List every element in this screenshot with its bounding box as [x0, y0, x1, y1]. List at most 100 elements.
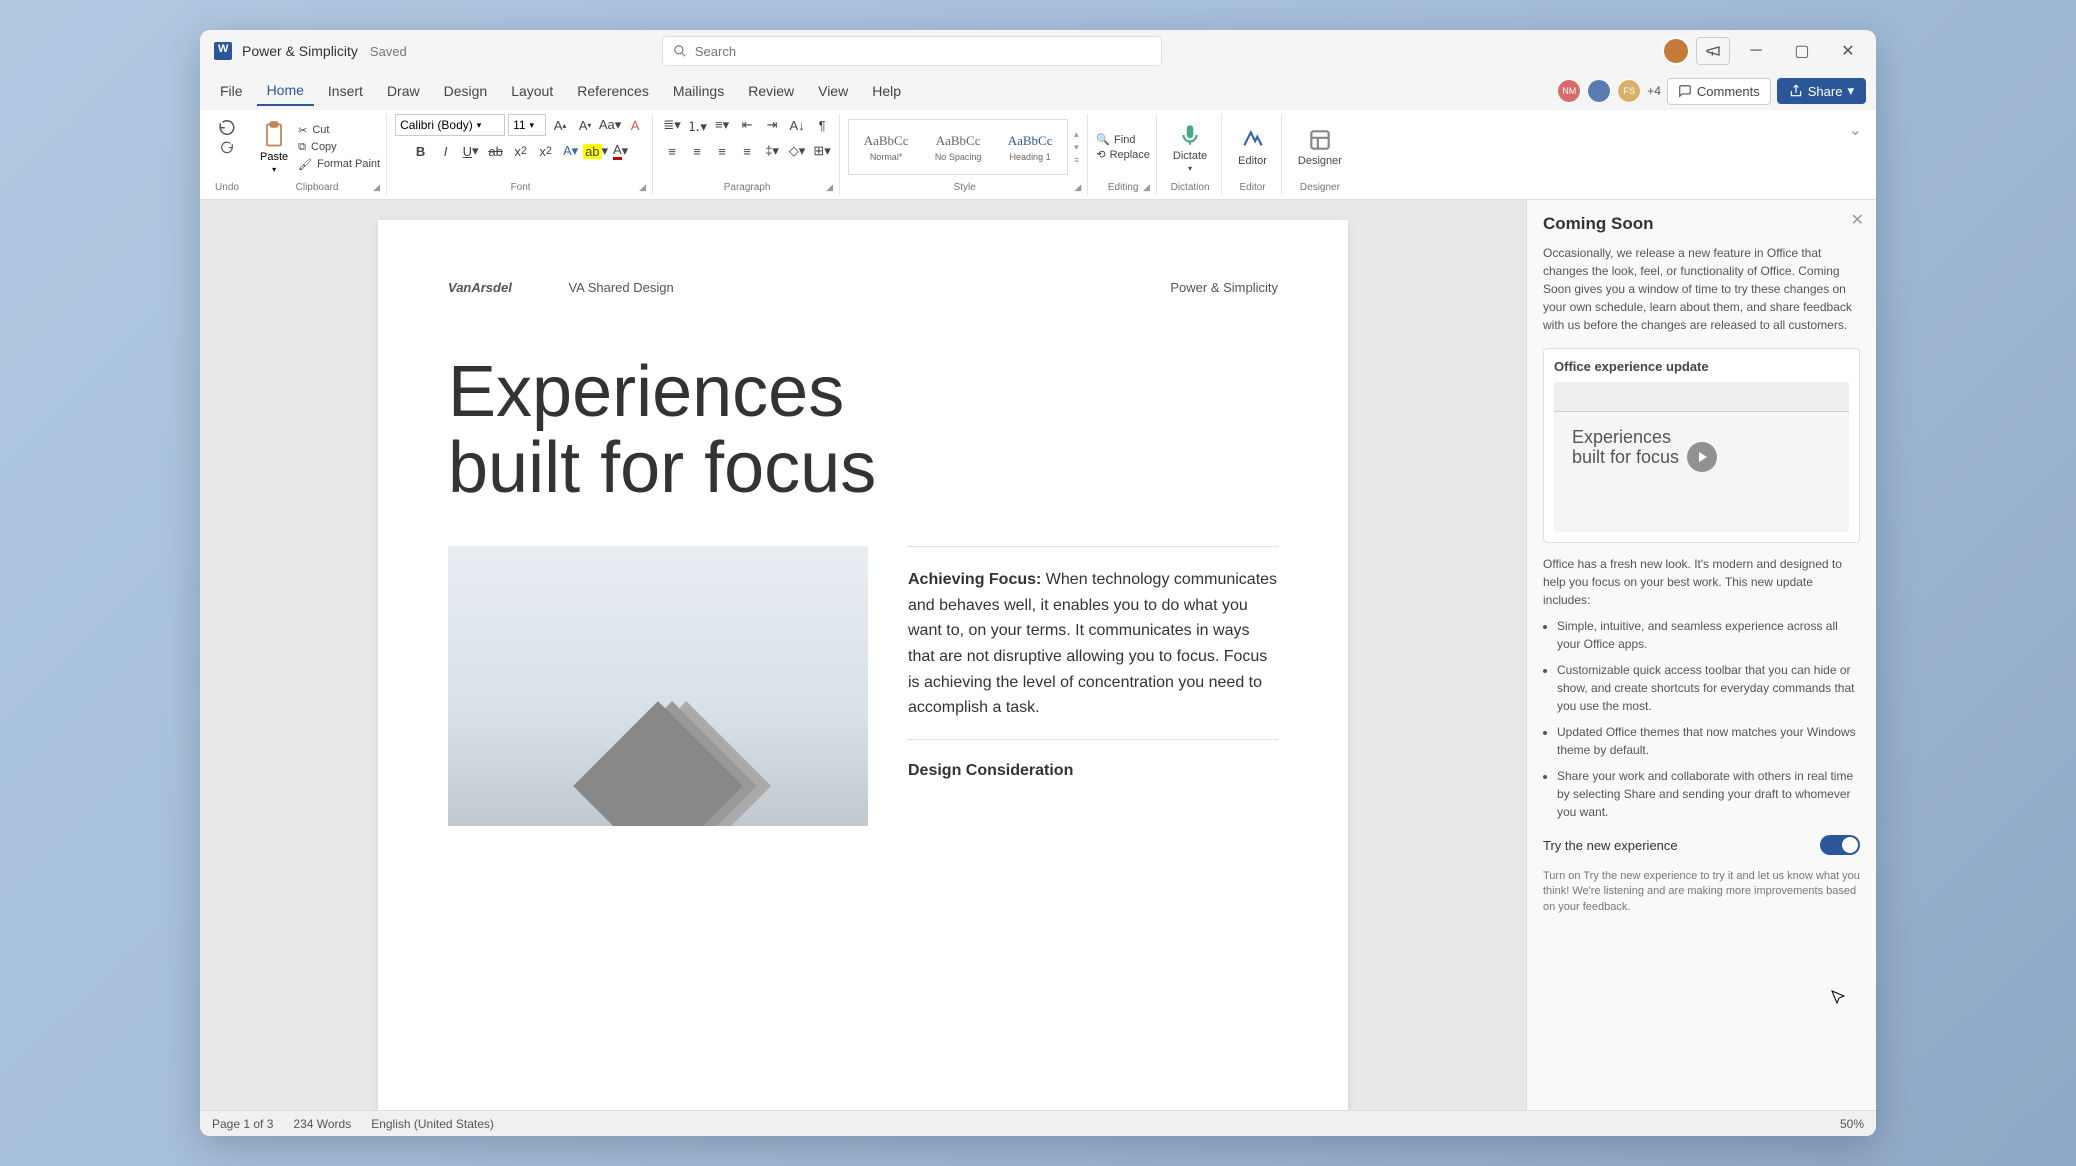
designer-button[interactable]: Designer: [1290, 125, 1350, 169]
close-pane-button[interactable]: ✕: [1851, 210, 1864, 230]
styles-gallery[interactable]: AaBbCcNormal* AaBbCcNo Spacing AaBbCcHea…: [848, 119, 1068, 175]
font-name-select[interactable]: Calibri (Body)▾: [395, 114, 505, 136]
font-size-select[interactable]: 11▾: [508, 114, 546, 136]
share-button[interactable]: Share ▾: [1777, 78, 1866, 104]
gallery-up-icon[interactable]: ▴: [1074, 129, 1079, 140]
status-words[interactable]: 234 Words: [293, 1117, 351, 1131]
shading-button[interactable]: ◇▾: [786, 140, 808, 162]
paste-button[interactable]: Paste ▾: [254, 117, 294, 178]
italic-button[interactable]: I: [435, 140, 457, 162]
coming-soon-pane: ✕ Coming Soon Occasionally, we release a…: [1526, 200, 1876, 1110]
minimize-button[interactable]: ─: [1736, 36, 1776, 66]
text-effects-button[interactable]: A▾: [560, 140, 582, 162]
dialog-launcher-icon[interactable]: ◢: [1074, 182, 1081, 193]
tab-draw[interactable]: Draw: [377, 77, 430, 105]
collab-more[interactable]: +4: [1647, 84, 1661, 98]
document-canvas[interactable]: VanArsdel VA Shared Design Power & Simpl…: [200, 200, 1526, 1110]
justify-button[interactable]: ≡: [736, 140, 758, 162]
dialog-launcher-icon[interactable]: ◢: [373, 182, 380, 193]
ribbon: Undo Paste ▾ ✂Cut ⧉Copy 🖌Format Paint Cl…: [200, 110, 1876, 200]
align-right-button[interactable]: ≡: [711, 140, 733, 162]
replace-button[interactable]: ⟲Replace: [1096, 148, 1150, 161]
play-icon[interactable]: [1687, 442, 1717, 472]
cut-button[interactable]: ✂Cut: [298, 124, 380, 137]
redo-icon[interactable]: [220, 140, 234, 154]
try-experience-toggle[interactable]: [1820, 835, 1860, 855]
search-box[interactable]: [662, 36, 1162, 66]
megaphone-icon: [1705, 43, 1721, 59]
dialog-launcher-icon[interactable]: ◢: [1143, 182, 1150, 193]
dictate-label: Dictate: [1173, 150, 1207, 162]
align-center-button[interactable]: ≡: [686, 140, 708, 162]
search-icon: [673, 44, 687, 58]
tab-review[interactable]: Review: [738, 77, 804, 105]
user-avatar[interactable]: [1662, 37, 1690, 65]
sort-button[interactable]: A↓: [786, 114, 808, 136]
numbering-button[interactable]: ⒈▾: [686, 114, 708, 136]
tab-home[interactable]: Home: [257, 76, 314, 106]
comments-button[interactable]: Comments: [1667, 78, 1771, 105]
grow-font-button[interactable]: A▴: [549, 114, 571, 136]
editor-button[interactable]: Editor: [1230, 125, 1275, 169]
gallery-more-icon[interactable]: ≡: [1074, 155, 1079, 165]
status-language[interactable]: English (United States): [371, 1117, 494, 1131]
shrink-font-button[interactable]: A▾: [574, 114, 596, 136]
tab-file[interactable]: File: [210, 77, 253, 105]
borders-button[interactable]: ⊞▾: [811, 140, 833, 162]
bold-button[interactable]: B: [410, 140, 432, 162]
collapse-ribbon-button[interactable]: ⌄: [1843, 114, 1868, 195]
style-name: Normal*: [870, 152, 903, 162]
copy-icon: ⧉: [298, 141, 306, 154]
superscript-button[interactable]: x2: [535, 140, 557, 162]
pane-title: Coming Soon: [1543, 214, 1860, 234]
megaphone-button[interactable]: [1696, 37, 1730, 65]
zoom-level[interactable]: 50%: [1840, 1117, 1864, 1131]
tab-insert[interactable]: Insert: [318, 77, 373, 105]
style-heading1[interactable]: AaBbCcHeading 1: [995, 122, 1065, 172]
tab-mailings[interactable]: Mailings: [663, 77, 734, 105]
strikethrough-button[interactable]: ab: [485, 140, 507, 162]
close-button[interactable]: ✕: [1828, 36, 1868, 66]
tab-layout[interactable]: Layout: [501, 77, 563, 105]
tab-design[interactable]: Design: [434, 77, 498, 105]
dictate-button[interactable]: Dictate▾: [1165, 120, 1215, 175]
multilevel-button[interactable]: ≡▾: [711, 114, 733, 136]
font-color-button[interactable]: A▾: [610, 140, 632, 162]
tab-references[interactable]: References: [567, 77, 659, 105]
dialog-launcher-icon[interactable]: ◢: [639, 182, 646, 193]
dialog-launcher-icon[interactable]: ◢: [826, 182, 833, 193]
underline-button[interactable]: U▾: [460, 140, 482, 162]
collab-avatar-3[interactable]: FS: [1617, 79, 1641, 103]
clear-format-button[interactable]: A: [624, 114, 646, 136]
pane-description: Occasionally, we release a new feature i…: [1543, 244, 1860, 334]
status-page[interactable]: Page 1 of 3: [212, 1117, 273, 1131]
collab-avatar-1[interactable]: NM: [1557, 79, 1581, 103]
subscript-button[interactable]: x2: [510, 140, 532, 162]
find-button[interactable]: 🔍Find: [1096, 133, 1150, 146]
show-marks-button[interactable]: ¶: [811, 114, 833, 136]
preview-thumbnail[interactable]: Experiencesbuilt for focus: [1554, 382, 1849, 532]
search-input[interactable]: [695, 44, 1151, 59]
save-status: Saved: [370, 44, 407, 59]
maximize-button[interactable]: ▢: [1782, 36, 1822, 66]
style-name: No Spacing: [935, 152, 982, 162]
decrease-indent-button[interactable]: ⇤: [736, 114, 758, 136]
format-painter-button[interactable]: 🖌Format Paint: [298, 158, 380, 171]
change-case-button[interactable]: Aa▾: [599, 114, 621, 136]
designer-group-label: Designer: [1290, 180, 1350, 195]
collab-avatar-2[interactable]: [1587, 79, 1611, 103]
style-no-spacing[interactable]: AaBbCcNo Spacing: [923, 122, 993, 172]
highlight-button[interactable]: ab▾: [585, 140, 607, 162]
gallery-down-icon[interactable]: ▾: [1074, 142, 1079, 153]
designer-icon: [1307, 127, 1333, 153]
align-left-button[interactable]: ≡: [661, 140, 683, 162]
increase-indent-button[interactable]: ⇥: [761, 114, 783, 136]
tab-help[interactable]: Help: [862, 77, 911, 105]
style-normal[interactable]: AaBbCcNormal*: [851, 122, 921, 172]
pane-intro: Office has a fresh new look. It's modern…: [1543, 555, 1860, 609]
line-spacing-button[interactable]: ‡▾: [761, 140, 783, 162]
copy-button[interactable]: ⧉Copy: [298, 141, 380, 154]
tab-view[interactable]: View: [808, 77, 858, 105]
bullets-button[interactable]: ≣▾: [661, 114, 683, 136]
undo-icon[interactable]: [218, 118, 236, 136]
